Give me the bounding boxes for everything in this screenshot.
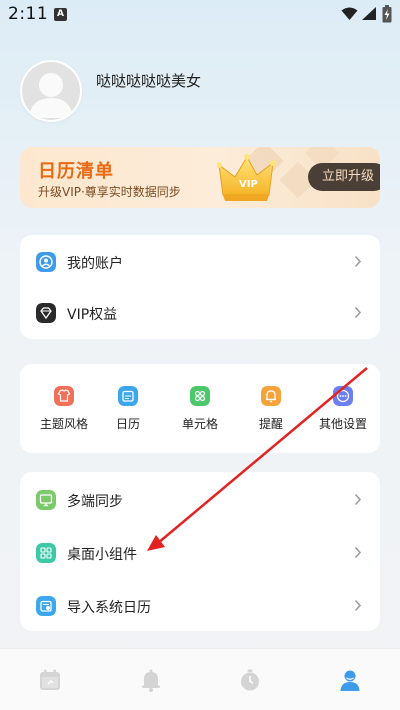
multi-device-sync-label: 多端同步 xyxy=(67,494,123,510)
sync-monitor-icon xyxy=(36,490,56,510)
desktop-widget-label: 桌面小组件 xyxy=(67,547,137,563)
vip-crown-icon: VIP xyxy=(217,154,276,201)
grid-item-theme[interactable]: 主题风格 xyxy=(28,386,100,436)
account-row[interactable]: 我的账户 xyxy=(20,237,380,287)
cells-icon xyxy=(190,386,210,406)
avatar[interactable] xyxy=(20,60,82,122)
timer-tab-icon[interactable] xyxy=(238,668,262,692)
grid-item-cells[interactable]: 单元格 xyxy=(164,386,236,436)
more-icon xyxy=(333,386,353,406)
multi-device-sync-row[interactable]: 多端同步 xyxy=(20,475,380,525)
account-label: 我的账户 xyxy=(67,256,123,272)
chevron-right-icon xyxy=(354,546,362,559)
grid-label-theme: 主题风格 xyxy=(39,417,88,431)
grid-item-reminder[interactable]: 提醒 xyxy=(235,386,307,436)
upgrade-button[interactable]: 立即升级 xyxy=(308,163,380,191)
grid-label-other-settings: 其他设置 xyxy=(318,417,367,431)
grid-label-reminder: 提醒 xyxy=(258,417,283,431)
notification-icon: A xyxy=(54,8,67,21)
import-system-calendar-label: 导入系统日历 xyxy=(67,600,151,616)
import-calendar-icon xyxy=(36,596,56,616)
import-system-calendar-row[interactable]: 导入系统日历 xyxy=(20,581,380,631)
vip-banner-subtitle: 升级VIP·尊享实时数据同步 xyxy=(38,185,181,199)
username[interactable]: 哒哒哒哒哒美女 xyxy=(96,70,201,91)
vip-banner[interactable]: 日历清单 升级VIP·尊享实时数据同步 VIP 立即升级 xyxy=(20,147,380,208)
battery-charging-icon xyxy=(382,5,392,23)
grid-item-other-settings[interactable]: 其他设置 xyxy=(307,386,379,436)
vip-banner-title: 日历清单 xyxy=(38,161,114,182)
tools-card: 多端同步 桌面小组件 导入系统日历 xyxy=(20,472,380,631)
chevron-right-icon xyxy=(354,599,362,612)
settings-grid-card: 主题风格 日历 单元格 提醒 其他设置 xyxy=(20,364,380,453)
vip-benefits-label: VIP权益 xyxy=(67,307,118,323)
vip-crown-text: VIP xyxy=(239,179,258,190)
bell-icon xyxy=(261,386,281,406)
chevron-right-icon xyxy=(354,306,362,319)
calendar-tab-icon[interactable] xyxy=(38,668,62,692)
chevron-right-icon xyxy=(354,493,362,506)
vip-benefits-row[interactable]: VIP权益 xyxy=(20,288,380,338)
bell-tab-icon[interactable] xyxy=(139,668,163,692)
calendar-icon xyxy=(118,386,138,406)
signal-icon xyxy=(362,7,376,20)
status-bar: 2:11 A xyxy=(0,0,400,30)
widget-icon xyxy=(36,543,56,563)
default-avatar-icon xyxy=(22,62,80,120)
user-account-icon xyxy=(36,252,56,272)
grid-item-calendar[interactable]: 日历 xyxy=(92,386,164,436)
grid-label-calendar: 日历 xyxy=(115,417,140,431)
chevron-right-icon xyxy=(354,255,362,268)
account-card: 我的账户 VIP权益 xyxy=(20,235,380,339)
profile-tab-icon[interactable] xyxy=(338,668,362,692)
desktop-widget-row[interactable]: 桌面小组件 xyxy=(20,528,380,578)
bottom-nav xyxy=(0,648,400,710)
wifi-icon xyxy=(341,7,358,20)
tshirt-icon xyxy=(54,386,74,406)
status-time: 2:11 xyxy=(8,4,49,24)
grid-label-cells: 单元格 xyxy=(181,417,218,431)
vip-diamond-icon xyxy=(36,303,56,323)
